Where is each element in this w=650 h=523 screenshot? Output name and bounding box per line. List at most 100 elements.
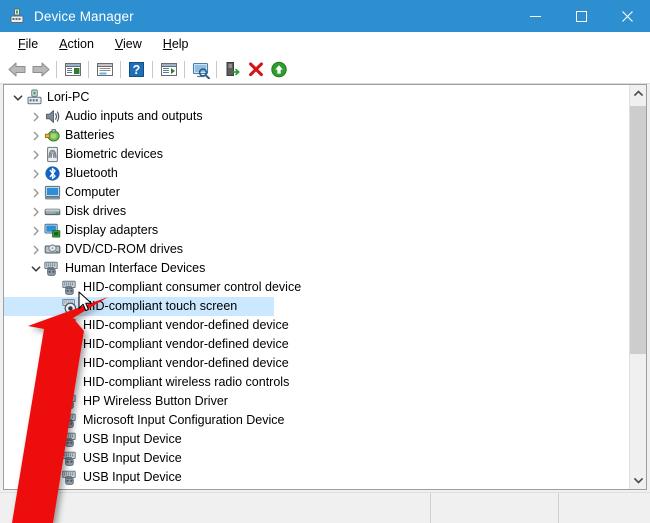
- twisty-placeholder: [46, 411, 62, 430]
- device-tree-panel: Lori-PCAudio inputs and outputsBatteries…: [3, 84, 647, 490]
- tree-node-hid-wireless-radio[interactable]: HID-compliant wireless radio controls: [4, 373, 628, 392]
- window-controls: [512, 0, 650, 32]
- tree-node-bluetooth[interactable]: Bluetooth: [4, 164, 628, 183]
- chevron-right-icon[interactable]: [28, 145, 44, 164]
- scrollbar-track[interactable]: [630, 102, 646, 472]
- tree-node-dvd[interactable]: DVD/CD-ROM drives: [4, 240, 628, 259]
- tree-node-label: HID-compliant wireless radio controls: [79, 373, 289, 392]
- hid-icon: [62, 469, 79, 486]
- menu-view[interactable]: View: [105, 35, 153, 53]
- menu-action[interactable]: Action: [49, 35, 105, 53]
- hid-icon: [62, 355, 79, 372]
- tree-node-disk-drives[interactable]: Disk drives: [4, 202, 628, 221]
- touch-screen-icon: [62, 298, 79, 315]
- tree-node-label: Bluetooth: [61, 164, 118, 183]
- menu-help[interactable]: Help: [153, 35, 200, 53]
- twisty-placeholder: [46, 430, 62, 449]
- enable-device-button[interactable]: [267, 58, 290, 81]
- menu-file[interactable]: File: [8, 35, 49, 53]
- device-tree[interactable]: Lori-PCAudio inputs and outputsBatteries…: [4, 85, 628, 489]
- separator-5: [184, 61, 185, 78]
- bluetooth-icon: [44, 165, 61, 182]
- tree-node-computer[interactable]: Computer: [4, 183, 628, 202]
- scroll-down-arrow-icon[interactable]: [630, 472, 646, 489]
- properties-button[interactable]: [93, 58, 116, 81]
- tree-node-label: USB Input Device: [79, 449, 182, 468]
- update-driver-button[interactable]: [221, 58, 244, 81]
- chevron-right-icon[interactable]: [28, 183, 44, 202]
- twisty-placeholder: [46, 354, 62, 373]
- chevron-right-icon[interactable]: [28, 202, 44, 221]
- tree-node-lori-pc[interactable]: Lori-PC: [4, 88, 628, 107]
- optical-drive-icon: [44, 241, 61, 258]
- tree-node-biometric[interactable]: Biometric devices: [4, 145, 628, 164]
- tree-node-usb-input-2[interactable]: USB Input Device: [4, 449, 628, 468]
- tree-node-label: Human Interface Devices: [61, 259, 205, 278]
- scrollbar-thumb[interactable]: [630, 106, 646, 354]
- twisty-placeholder: [46, 468, 62, 487]
- tree-node-hid-touch-screen[interactable]: HID-compliant touch screen: [4, 297, 274, 316]
- hid-icon: [44, 260, 61, 277]
- tree-node-label: Lori-PC: [43, 88, 89, 107]
- close-button[interactable]: [604, 0, 650, 32]
- tree-node-label: HID-compliant vendor-defined device: [79, 335, 289, 354]
- tree-node-ms-input-config[interactable]: Microsoft Input Configuration Device: [4, 411, 628, 430]
- chevron-right-icon[interactable]: [28, 126, 44, 145]
- scan-for-hardware-changes-button[interactable]: [189, 58, 212, 81]
- uninstall-device-button[interactable]: [244, 58, 267, 81]
- toolbar: ?: [0, 56, 650, 84]
- title-bar[interactable]: Device Manager: [0, 0, 650, 32]
- chevron-right-icon[interactable]: [28, 221, 44, 240]
- chevron-down-icon[interactable]: [28, 259, 44, 278]
- tree-node-usb-input-1[interactable]: USB Input Device: [4, 430, 628, 449]
- tree-node-label: HP Wireless Button Driver: [79, 392, 228, 411]
- tree-node-audio[interactable]: Audio inputs and outputs: [4, 107, 628, 126]
- tree-node-label: Disk drives: [61, 202, 126, 221]
- tree-node-usb-input-3[interactable]: USB Input Device: [4, 468, 628, 487]
- tree-node-label: HID-compliant consumer control device: [79, 278, 301, 297]
- hid-icon: [62, 279, 79, 296]
- tree-node-label: Audio inputs and outputs: [61, 107, 203, 126]
- help-button[interactable]: ?: [125, 58, 148, 81]
- status-pane-2: [431, 493, 558, 523]
- monitor-icon: [44, 184, 61, 201]
- tree-node-hid-vendor-1[interactable]: HID-compliant vendor-defined device: [4, 316, 628, 335]
- separator-6: [216, 61, 217, 78]
- chevron-right-icon[interactable]: [28, 164, 44, 183]
- chevron-right-icon[interactable]: [28, 107, 44, 126]
- twisty-placeholder: [46, 449, 62, 468]
- tree-node-hid-consumer-control[interactable]: HID-compliant consumer control device: [4, 278, 628, 297]
- tree-node-label: Computer: [61, 183, 120, 202]
- chevron-down-icon[interactable]: [10, 88, 26, 107]
- tree-vertical-scrollbar[interactable]: [629, 85, 646, 489]
- twisty-placeholder: [46, 392, 62, 411]
- ide-controller-icon: [44, 488, 61, 489]
- chevron-right-icon[interactable]: [28, 487, 44, 489]
- svg-text:?: ?: [133, 63, 141, 77]
- tree-node-ide-ata[interactable]: IDE ATA/ATAPI controllers: [4, 487, 628, 489]
- tree-node-display[interactable]: Display adapters: [4, 221, 628, 240]
- show-hide-console-tree-button[interactable]: [61, 58, 84, 81]
- scroll-up-arrow-icon[interactable]: [630, 85, 646, 102]
- tree-node-hp-wireless-button[interactable]: HP Wireless Button Driver: [4, 392, 628, 411]
- tree-node-hid-vendor-2[interactable]: HID-compliant vendor-defined device: [4, 335, 628, 354]
- maximize-button[interactable]: [558, 0, 604, 32]
- tree-node-hid-vendor-3[interactable]: HID-compliant vendor-defined device: [4, 354, 628, 373]
- twisty-placeholder: [46, 335, 62, 354]
- chevron-right-icon[interactable]: [28, 240, 44, 259]
- forward-button[interactable]: [29, 58, 52, 81]
- tree-node-batteries[interactable]: Batteries: [4, 126, 628, 145]
- tree-node-label: Display adapters: [61, 221, 158, 240]
- separator-4: [152, 61, 153, 78]
- show-hide-action-pane-button[interactable]: [157, 58, 180, 81]
- tree-node-hid[interactable]: Human Interface Devices: [4, 259, 628, 278]
- status-pane-3: [559, 493, 650, 523]
- computer-root-icon: [26, 89, 43, 106]
- tree-node-label: HID-compliant vendor-defined device: [79, 354, 289, 373]
- tree-node-label: HID-compliant touch screen: [79, 297, 237, 316]
- fingerprint-icon: [44, 146, 61, 163]
- back-button[interactable]: [6, 58, 29, 81]
- minimize-button[interactable]: [512, 0, 558, 32]
- status-bar: [0, 492, 650, 523]
- tree-node-label: USB Input Device: [79, 468, 182, 487]
